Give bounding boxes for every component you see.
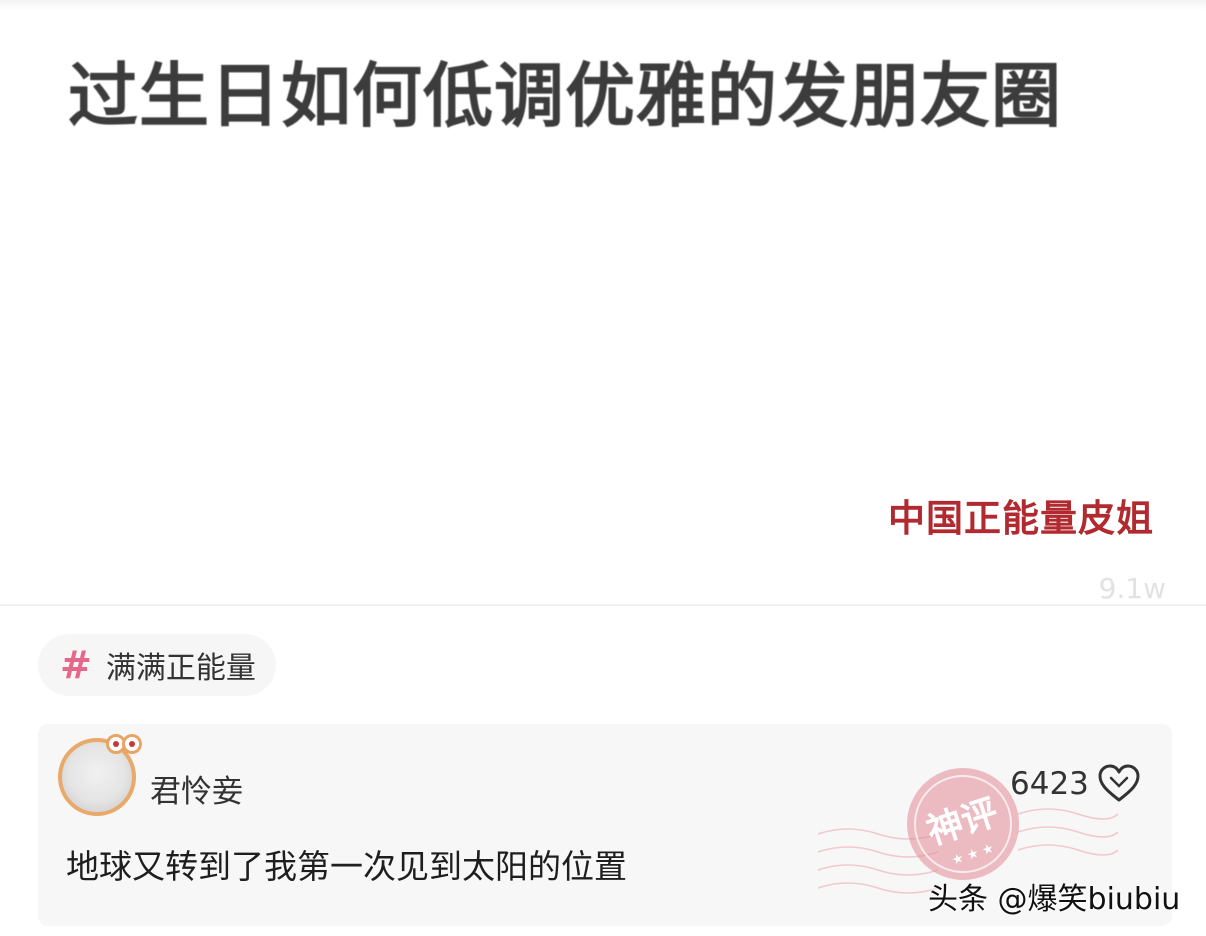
hash-icon: # <box>60 643 92 687</box>
heart-outline-icon[interactable] <box>1098 764 1140 804</box>
author-watermark: 中国正能量皮姐 <box>888 497 1154 540</box>
like-count: 6423 <box>1010 766 1089 802</box>
top-edge <box>0 0 1206 10</box>
topic-tag[interactable]: # 满满正能量 <box>38 634 276 696</box>
video-title: 过生日如何低调优雅的发朋友圈 <box>68 55 1062 137</box>
section-divider <box>0 604 1206 606</box>
video-frame[interactable]: 过生日如何低调优雅的发朋友圈 中国正能量皮姐 9.1w <box>0 0 1206 605</box>
topic-label: 满满正能量 <box>105 651 256 686</box>
comment-username[interactable]: 君怜妾 <box>150 766 243 811</box>
avatar-ear-icon <box>122 734 142 754</box>
platform-watermark: 头条 @爆笑biubiu <box>928 882 1181 917</box>
faded-view-count: 9.1w <box>1098 572 1166 605</box>
comment-text: 地球又转到了我第一次见到太阳的位置 <box>66 847 627 886</box>
